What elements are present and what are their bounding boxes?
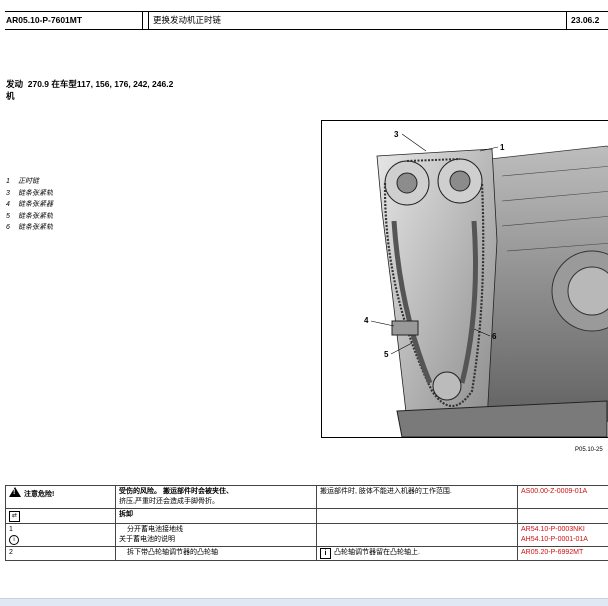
engine-models: 270.9 在车型117, 156, 176, 242, 246.2: [28, 79, 174, 89]
doc-date: 23.06.2: [566, 12, 608, 29]
risk-line1: 受伤的风险。 搬运部件时会被夹住、: [119, 488, 233, 495]
info-icon: i: [320, 548, 331, 559]
callout-5: 5: [384, 350, 389, 359]
engine-illustration: 3 1 4 5 6: [322, 121, 608, 437]
warning-measure: 搬运部件时, 肢体不能进入机器的工作范围.: [320, 488, 452, 495]
callout-6: 6: [492, 332, 497, 341]
legend-item: 1正时链: [6, 176, 53, 188]
legend-item: 5链条张紧轨: [6, 211, 53, 223]
callout-1: 1: [500, 143, 505, 152]
step1-text: 分开蓄电池接地线: [119, 526, 183, 533]
note-icon: i: [9, 535, 19, 545]
warning-label: 注意危险!: [24, 491, 54, 498]
legend-item: 3链条张紧轨: [6, 188, 53, 200]
step2-num: 2: [9, 549, 13, 556]
legend-item: 4链条张紧器: [6, 199, 53, 211]
doc-id: AR05.10-P-7601MT: [6, 12, 143, 29]
engine-timing-figure: 3 1 4 5 6: [321, 120, 608, 438]
section-row: ⇄ 拆卸: [6, 509, 608, 524]
step1-ref1-link[interactable]: AR54.10-P-0003NKI: [521, 526, 585, 533]
risk-line2: 挤压,严重时还会造成手脚骨折。: [119, 498, 219, 505]
warning-row: 注意危险! 受伤的风险。 搬运部件时会被夹住、挤压,严重时还会造成手脚骨折。 搬…: [6, 486, 608, 509]
step-row-2: 2 拆下带凸轮轴调节器的凸轮轴 i凸轮轴调节器留在凸轮轴上. AR05.20-P…: [6, 547, 608, 561]
step1-num: 1: [9, 526, 13, 533]
engine-applicability: 发动 270.9 在车型117, 156, 176, 242, 246.2 机: [6, 78, 173, 102]
section-label: 拆卸: [119, 511, 133, 518]
legend-item: 6链条张紧轨: [6, 222, 53, 234]
engine-label: 发动: [6, 79, 23, 89]
callout-4: 4: [364, 316, 369, 325]
document-header: AR05.10-P-7601MT 更换发动机正时链 23.06.2: [5, 11, 608, 30]
step2-info: 凸轮轴调节器留在凸轮轴上.: [334, 549, 420, 556]
warning-icon: [9, 487, 21, 497]
step-row-1: 1 i 分开蓄电池接地线关于蓄电池的说明 AR54.10-P-0003NKI AH5…: [6, 524, 608, 547]
procedure-table: 注意危险! 受伤的风险。 搬运部件时会被夹住、挤压,严重时还会造成手脚骨折。 搬…: [5, 485, 608, 561]
figure-id: P05.10-25: [575, 447, 603, 453]
legend: 1正时链 3链条张紧轨 4链条张紧器 5链条张紧轨 6链条张紧轨: [6, 176, 53, 234]
step1-ref2-link[interactable]: AH54.10-P-0001-01A: [521, 536, 588, 543]
step1-note: 关于蓄电池的说明: [119, 536, 175, 543]
step2-ref-link[interactable]: AR05.20-P-6992MT: [521, 549, 583, 556]
removal-icon: ⇄: [9, 511, 20, 522]
engine-label-line2: 机: [6, 91, 15, 101]
doc-title: 更换发动机正时链: [148, 12, 563, 29]
warning-ref-link[interactable]: AS00.00-Z-0009-01A: [521, 488, 587, 495]
step2-text: 拆下带凸轮轴调节器的凸轮轴: [119, 549, 218, 556]
callout-3: 3: [394, 130, 399, 139]
